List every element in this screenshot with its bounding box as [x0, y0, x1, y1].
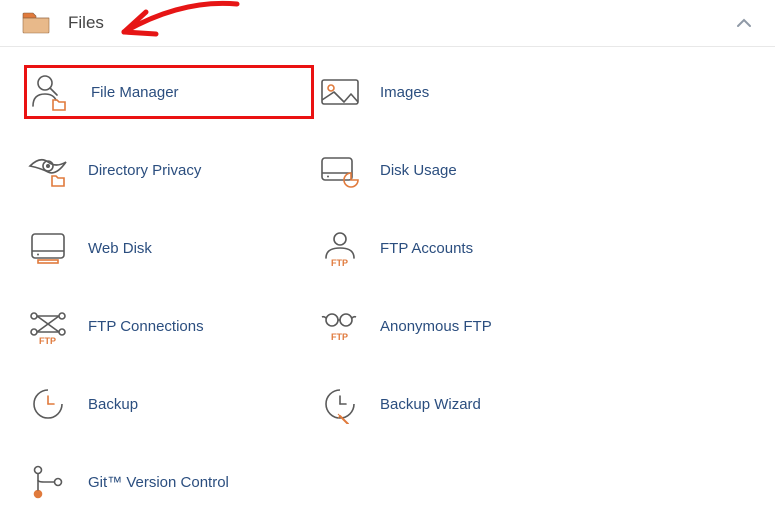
item-label: Disk Usage [380, 162, 457, 179]
panel-title: Files [68, 13, 104, 33]
item-label: Backup [88, 396, 138, 413]
item-label: Web Disk [88, 240, 152, 257]
files-panel-header[interactable]: Files [0, 0, 775, 47]
file-manager-icon [29, 72, 73, 112]
svg-text:FTP: FTP [39, 336, 56, 346]
disk-usage-item[interactable]: Disk Usage [316, 143, 606, 197]
item-label: File Manager [91, 84, 179, 101]
item-label: Backup Wizard [380, 396, 481, 413]
backup-item[interactable]: Backup [24, 377, 314, 431]
chevron-up-icon [736, 18, 752, 28]
images-item[interactable]: Images [316, 65, 606, 119]
directory-privacy-icon [26, 150, 70, 190]
directory-privacy-item[interactable]: Directory Privacy [24, 143, 314, 197]
ftp-connections-item[interactable]: FTP FTP Connections [24, 299, 314, 353]
disk-usage-icon [318, 150, 362, 190]
ftp-accounts-icon: FTP [318, 228, 362, 268]
backup-wizard-icon [318, 384, 362, 424]
svg-text:FTP: FTP [331, 258, 348, 268]
item-label: Git™ Version Control [88, 474, 229, 491]
git-icon [26, 462, 70, 502]
files-panel: Files File Manager [0, 0, 775, 527]
git-version-control-item[interactable]: Git™ Version Control [24, 455, 314, 509]
item-label: FTP Accounts [380, 240, 473, 257]
ftp-accounts-item[interactable]: FTP FTP Accounts [316, 221, 606, 275]
item-label: Images [380, 84, 429, 101]
anonymous-ftp-icon: FTP [318, 306, 362, 346]
backup-icon [26, 384, 70, 424]
item-label: Anonymous FTP [380, 318, 492, 335]
folder-icon [22, 12, 50, 34]
svg-text:FTP: FTP [331, 332, 348, 342]
web-disk-icon [26, 228, 70, 268]
ftp-connections-icon: FTP [26, 306, 70, 346]
file-manager-item[interactable]: File Manager [24, 65, 314, 119]
annotation-arrow [112, 0, 242, 44]
files-panel-body: File Manager Images Direc [0, 47, 775, 527]
collapse-button[interactable] [735, 14, 753, 32]
anonymous-ftp-item[interactable]: FTP Anonymous FTP [316, 299, 606, 353]
backup-wizard-item[interactable]: Backup Wizard [316, 377, 606, 431]
web-disk-item[interactable]: Web Disk [24, 221, 314, 275]
item-label: FTP Connections [88, 318, 204, 335]
item-label: Directory Privacy [88, 162, 201, 179]
images-icon [318, 72, 362, 112]
